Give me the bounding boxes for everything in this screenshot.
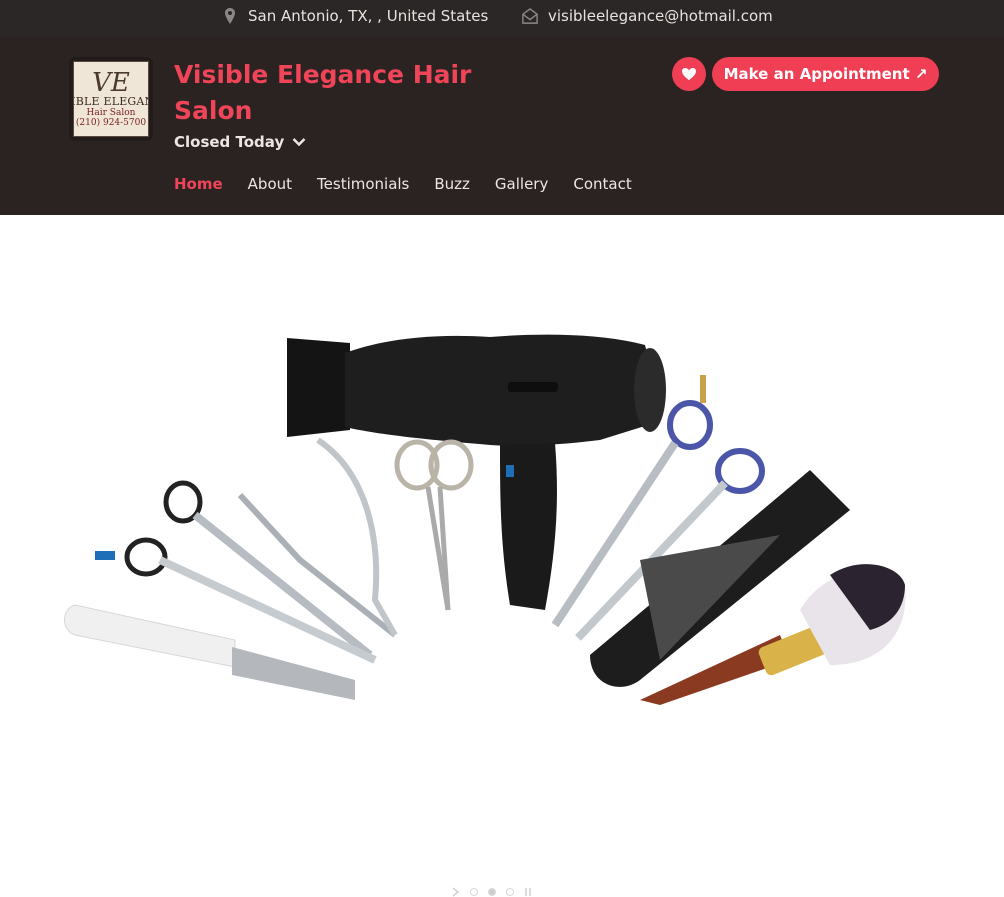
- envelope-icon: [522, 8, 538, 24]
- favorite-button[interactable]: [672, 57, 706, 91]
- site-header: VE VISIBLE ELEGANCE Hair Salon (210) 924…: [0, 37, 1004, 215]
- slider-dot-1[interactable]: [470, 888, 478, 896]
- slider-dot-3[interactable]: [506, 888, 514, 896]
- nav-testimonials[interactable]: Testimonials: [317, 175, 409, 193]
- email-info[interactable]: visibleelegance@hotmail.com: [522, 7, 773, 25]
- pause-icon[interactable]: [524, 887, 532, 897]
- heart-icon: [682, 68, 696, 80]
- chevron-down-icon: [292, 138, 306, 147]
- location-info: San Antonio, TX, , United States: [222, 7, 488, 25]
- small-scissors-graphic: [394, 439, 474, 611]
- logo-monogram: VE: [92, 67, 130, 98]
- business-title[interactable]: Visible Elegance Hair Salon: [174, 57, 474, 129]
- salon-tools-image: [64, 334, 906, 705]
- email-link[interactable]: visibleelegance@hotmail.com: [548, 7, 773, 25]
- slider-pagination: [452, 887, 532, 897]
- nav-contact[interactable]: Contact: [573, 175, 631, 193]
- hours-status-text: Closed Today: [174, 133, 285, 151]
- hours-status-toggle[interactable]: Closed Today: [174, 133, 306, 151]
- appointment-label: Make an Appointment ↗: [723, 65, 928, 83]
- logo-phone: (210) 924-5700: [75, 117, 147, 128]
- nav-buzz[interactable]: Buzz: [434, 175, 470, 193]
- logo-name: VISIBLE ELEGANCE: [73, 94, 148, 108]
- chevron-right-icon[interactable]: [452, 887, 460, 897]
- main-nav: Home About Testimonials Buzz Gallery Con…: [174, 175, 632, 193]
- make-appointment-button[interactable]: Make an Appointment ↗: [712, 57, 939, 91]
- logo-badge: VE VISIBLE ELEGANCE Hair Salon (210) 924…: [73, 61, 149, 137]
- map-pin-icon: [225, 8, 235, 24]
- nav-gallery[interactable]: Gallery: [495, 175, 548, 193]
- nav-about[interactable]: About: [248, 175, 292, 193]
- salon-logo[interactable]: VE VISIBLE ELEGANCE Hair Salon (210) 924…: [69, 57, 153, 141]
- slider-dot-2[interactable]: [488, 888, 496, 896]
- hair-dryer-graphic: [287, 334, 666, 610]
- top-bar: San Antonio, TX, , United States visible…: [0, 0, 1004, 37]
- nav-home[interactable]: Home: [174, 175, 223, 193]
- location-text: San Antonio, TX, , United States: [248, 7, 489, 25]
- hero-slider[interactable]: [0, 215, 1004, 897]
- logo-tagline: Hair Salon: [86, 107, 136, 118]
